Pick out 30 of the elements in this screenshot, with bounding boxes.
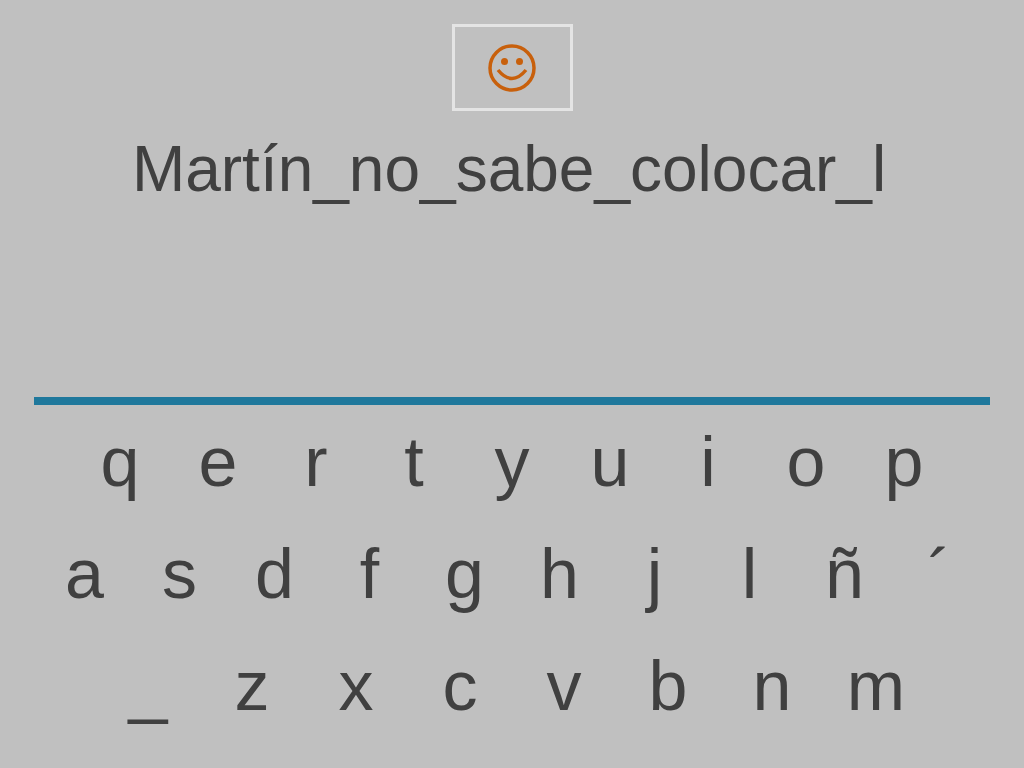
- letter-key[interactable]: l: [702, 535, 797, 613]
- letter-key[interactable]: e: [169, 423, 267, 501]
- letter-key[interactable]: u: [561, 423, 659, 501]
- letter-key[interactable]: m: [824, 647, 928, 725]
- hint-box[interactable]: [451, 24, 573, 111]
- letter-key[interactable]: g: [417, 535, 512, 613]
- letter-key[interactable]: t: [365, 423, 463, 501]
- letter-key[interactable]: i: [659, 423, 757, 501]
- letter-key[interactable]: d: [227, 535, 322, 613]
- letter-key[interactable]: ´: [892, 535, 987, 613]
- letter-key[interactable]: q: [71, 423, 169, 501]
- letter-key[interactable]: o: [757, 423, 855, 501]
- letter-key[interactable]: a: [37, 535, 132, 613]
- letter-key[interactable]: r: [267, 423, 365, 501]
- letter-key[interactable]: v: [512, 647, 616, 725]
- letter-key[interactable]: z: [200, 647, 304, 725]
- letter-key[interactable]: c: [408, 647, 512, 725]
- phrase-text: Martín_no_sabe_colocar_l: [130, 133, 888, 205]
- smiley-icon: [487, 42, 537, 93]
- letter-key[interactable]: j: [607, 535, 702, 613]
- letter-key[interactable]: _: [96, 647, 200, 725]
- letter-key[interactable]: p: [855, 423, 953, 501]
- letter-key[interactable]: f: [322, 535, 417, 613]
- letter-key[interactable]: x: [304, 647, 408, 725]
- letter-key[interactable]: y: [463, 423, 561, 501]
- letter-key[interactable]: s: [132, 535, 227, 613]
- letter-key[interactable]: h: [512, 535, 607, 613]
- letter-key[interactable]: n: [720, 647, 824, 725]
- letter-key[interactable]: b: [616, 647, 720, 725]
- letter-key[interactable]: ñ: [797, 535, 892, 613]
